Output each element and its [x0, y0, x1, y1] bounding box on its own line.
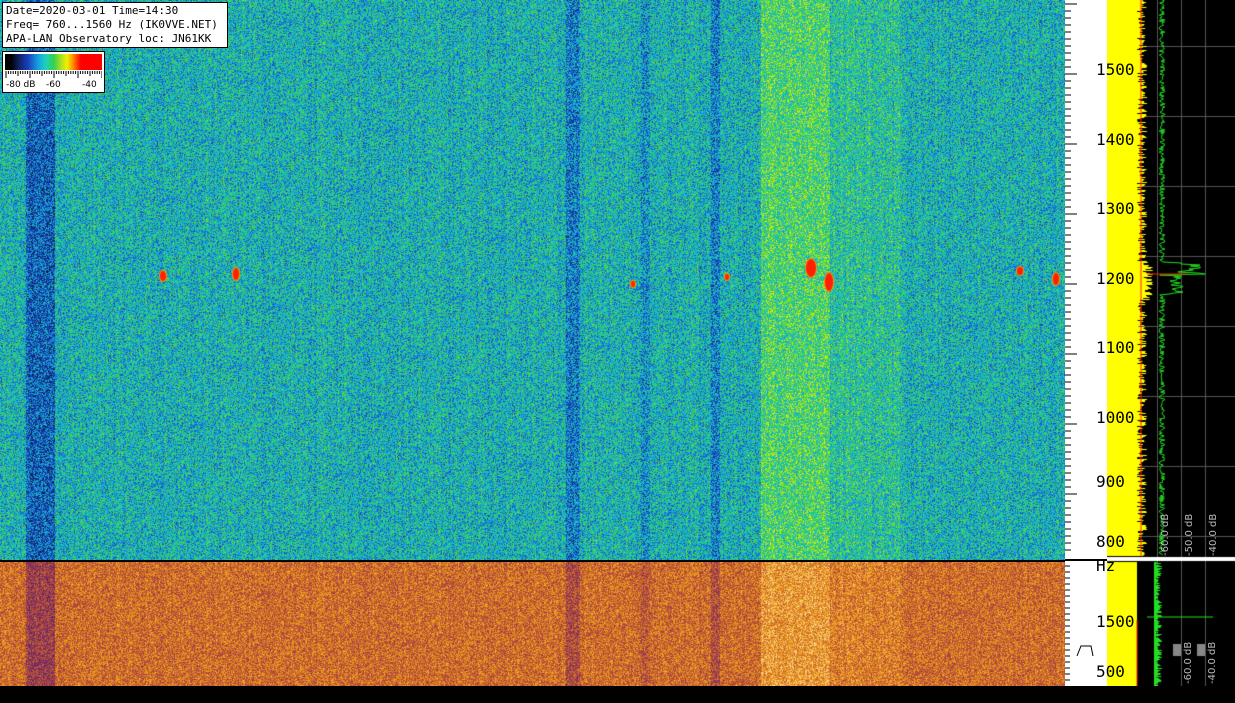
- freq-label-1000: 1000: [1096, 408, 1135, 427]
- color-scale-label-max: -40: [82, 80, 97, 90]
- lower-freq-label-1500: 1500: [1096, 612, 1135, 631]
- color-scale-legend: -80 dB -60 -40: [2, 51, 105, 93]
- freq-label-1400: 1400: [1096, 130, 1135, 149]
- info-frequency-range: Freq= 760...1560 Hz (IK0VVE.NET): [6, 18, 218, 31]
- freq-label-1200: 1200: [1096, 269, 1135, 288]
- info-box: Date=2020-03-01 Time=14:30 Freq= 760...1…: [2, 2, 228, 48]
- db-label-40: -40.0 dB: [1208, 513, 1219, 556]
- color-scale-ticks: [5, 71, 102, 78]
- db-label-50: -50.0 dB: [1184, 513, 1195, 556]
- color-scale-label-min: -80 dB: [6, 80, 36, 90]
- freq-label-1100: 1100: [1096, 338, 1135, 357]
- long-term-spectrogram: [0, 562, 1065, 686]
- waterfall-spectrogram: [0, 0, 1065, 560]
- freq-label-1300: 1300: [1096, 199, 1135, 218]
- color-scale-gradient: [5, 54, 102, 70]
- color-scale-label-mid: -60: [46, 80, 61, 90]
- lower-db-label-40: -40.0 dB: [1207, 641, 1218, 684]
- lower-db-label-60: -60.0 dB: [1183, 641, 1194, 684]
- freq-label-1500: 1500: [1096, 60, 1135, 79]
- freq-label-800: 800: [1096, 532, 1125, 551]
- lower-freq-unit: Hz: [1096, 684, 1116, 703]
- freq-label-900: 900: [1096, 472, 1125, 491]
- lower-freq-label-500: 500: [1096, 662, 1125, 681]
- db-label-60: -60.0 dB: [1160, 513, 1171, 556]
- freq-unit: Hz: [1096, 556, 1116, 575]
- info-observatory: APA-LAN Observatory loc: JN61KK: [6, 32, 212, 45]
- info-date-time: Date=2020-03-01 Time=14:30: [6, 4, 179, 17]
